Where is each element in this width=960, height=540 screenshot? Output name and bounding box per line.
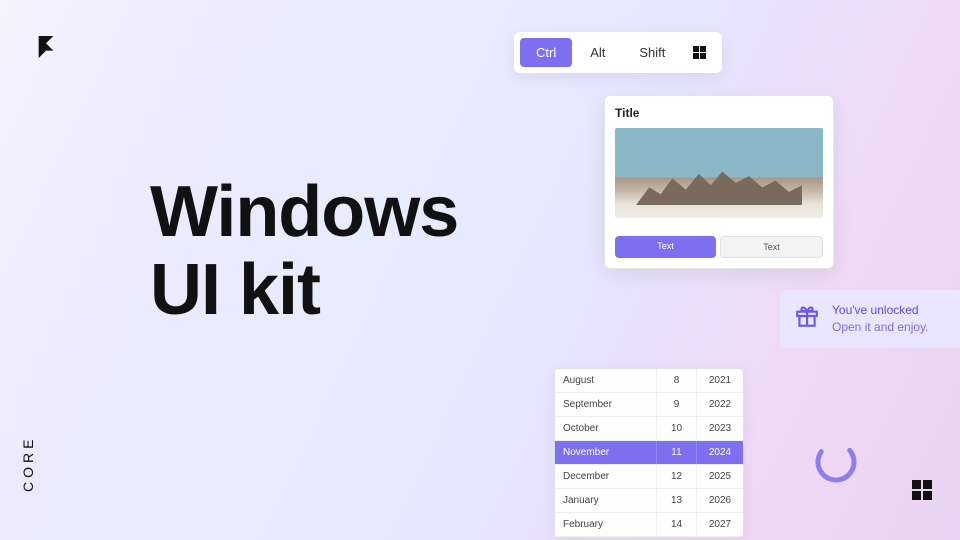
core-label: CORE (20, 436, 36, 492)
day-cell: 11 (657, 441, 697, 464)
ctrl-button[interactable]: Ctrl (520, 38, 572, 67)
month-cell: February (555, 513, 657, 536)
headline-line1: Windows (150, 174, 458, 252)
date-row[interactable]: February142027 (555, 513, 743, 537)
year-cell: 2021 (697, 369, 743, 392)
loading-spinner (814, 440, 858, 484)
unlock-toast[interactable]: You've unlocked Open it and enjoy. (780, 290, 960, 348)
alt-button[interactable]: Alt (574, 38, 621, 67)
month-cell: January (555, 489, 657, 512)
page-title: Windows UI kit (150, 174, 458, 330)
month-cell: August (555, 369, 657, 392)
card-primary-button[interactable]: Text (615, 236, 716, 258)
month-cell: September (555, 393, 657, 416)
modifier-toolbar: Ctrl Alt Shift (514, 32, 722, 73)
framer-logo (36, 36, 56, 58)
date-row[interactable]: August82021 (555, 369, 743, 393)
year-cell: 2026 (697, 489, 743, 512)
gift-icon (794, 303, 820, 334)
toast-text: You've unlocked Open it and enjoy. (832, 302, 929, 336)
shift-button[interactable]: Shift (623, 38, 681, 67)
day-cell: 12 (657, 465, 697, 488)
date-row[interactable]: October102023 (555, 417, 743, 441)
day-cell: 9 (657, 393, 697, 416)
year-cell: 2022 (697, 393, 743, 416)
date-row[interactable]: November112024 (555, 441, 743, 465)
card-title: Title (615, 106, 823, 120)
headline-line2: UI kit (150, 252, 458, 330)
month-cell: December (555, 465, 657, 488)
toast-subtitle: Open it and enjoy. (832, 319, 929, 336)
toast-title: You've unlocked (832, 302, 929, 319)
windows-icon (912, 480, 932, 500)
date-row[interactable]: January132026 (555, 489, 743, 513)
day-cell: 8 (657, 369, 697, 392)
card-secondary-button[interactable]: Text (720, 236, 823, 258)
year-cell: 2025 (697, 465, 743, 488)
date-row[interactable]: September92022 (555, 393, 743, 417)
day-cell: 13 (657, 489, 697, 512)
day-cell: 14 (657, 513, 697, 536)
card-button-row: Text Text (615, 236, 823, 258)
month-cell: November (555, 441, 657, 464)
preview-card: Title Text Text (604, 95, 834, 269)
windows-icon (693, 46, 706, 59)
year-cell: 2024 (697, 441, 743, 464)
year-cell: 2027 (697, 513, 743, 536)
day-cell: 10 (657, 417, 697, 440)
windows-key-button[interactable] (683, 38, 716, 67)
date-row[interactable]: December122025 (555, 465, 743, 489)
year-cell: 2023 (697, 417, 743, 440)
card-image (615, 128, 823, 218)
date-picker[interactable]: August82021September92022October102023No… (554, 368, 744, 538)
month-cell: October (555, 417, 657, 440)
